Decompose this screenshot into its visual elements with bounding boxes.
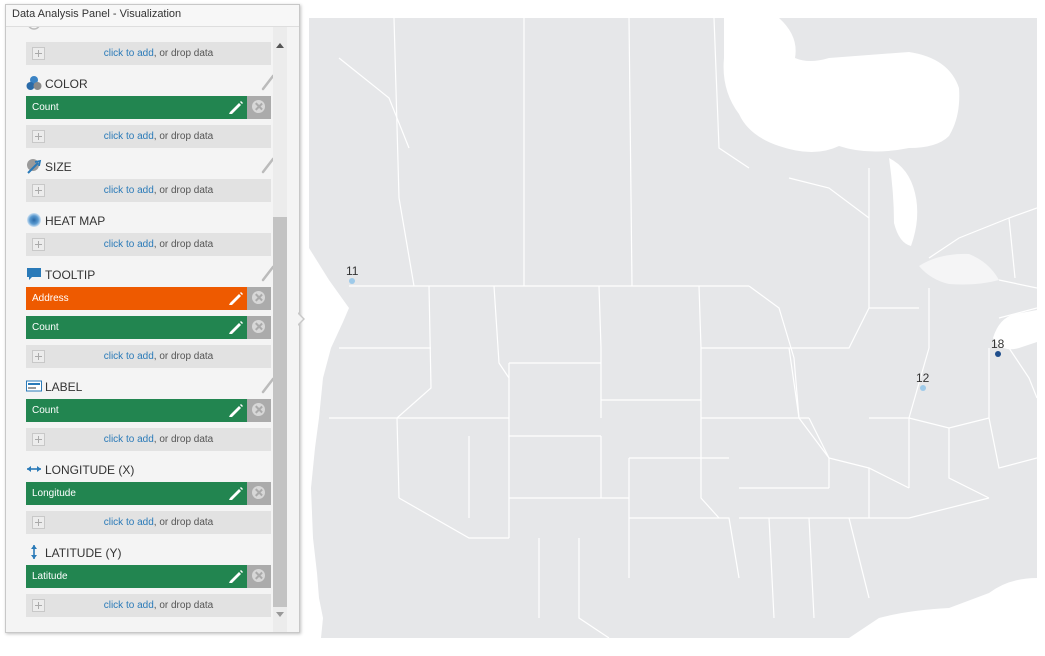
click-to-add-link[interactable]: click to add <box>104 48 154 59</box>
field-pill-latitude[interactable]: Latitude <box>26 565 247 588</box>
drop-zone-latitude[interactable]: click to add, or drop data <box>26 594 271 617</box>
pencil-icon[interactable] <box>227 99 243 115</box>
section-latitude-label: LATITUDE (Y) <box>45 546 122 560</box>
scrollbar-thumb[interactable] <box>273 217 287 607</box>
section-label: LABEL <box>26 376 276 396</box>
data-analysis-panel: Data Analysis Panel - Visualization clic… <box>5 4 300 633</box>
click-to-add-link[interactable]: click to add <box>104 131 154 142</box>
pencil-icon[interactable] <box>227 402 243 418</box>
tooltip-icon <box>27 268 41 280</box>
click-to-add-link[interactable]: click to add <box>104 517 154 528</box>
heatmap-icon <box>27 213 41 227</box>
drop-data-text: , or drop data <box>153 185 214 196</box>
scroll-down-arrow-icon[interactable] <box>276 612 284 617</box>
drop-zone-longitude[interactable]: click to add, or drop data <box>26 511 271 534</box>
section-heatmap-label: HEAT MAP <box>45 214 106 228</box>
click-to-add-link[interactable]: click to add <box>104 434 154 445</box>
map-point-18[interactable] <box>995 351 1001 357</box>
map-point-label-11: 11 <box>346 264 359 278</box>
drop-data-text: , or drop data <box>153 600 214 611</box>
field-pill-label: Count <box>32 102 59 113</box>
label-icon <box>26 380 42 392</box>
map-point-11[interactable] <box>349 278 355 284</box>
section-longitude-label: LONGITUDE (X) <box>45 463 135 477</box>
section-tooltip: TOOLTIP <box>26 264 276 284</box>
vertical-arrows-icon <box>31 545 37 559</box>
field-pill-label: Count <box>32 405 59 416</box>
field-pill-label: Longitude <box>32 488 76 499</box>
close-icon <box>252 569 265 582</box>
drop-data-text: , or drop data <box>153 48 214 59</box>
field-pill-label-count[interactable]: Count <box>26 399 247 422</box>
size-icon <box>27 159 42 174</box>
drop-zone-top[interactable]: click to add, or drop data <box>26 42 271 65</box>
section-tooltip-label: TOOLTIP <box>45 268 96 282</box>
pencil-icon[interactable] <box>227 319 243 335</box>
section-label-label: LABEL <box>45 380 83 394</box>
close-icon <box>252 100 265 113</box>
click-to-add-link[interactable]: click to add <box>104 185 154 196</box>
drop-zone-tooltip[interactable]: click to add, or drop data <box>26 345 271 368</box>
close-icon <box>252 486 265 499</box>
drop-zone-size[interactable]: click to add, or drop data <box>26 179 271 202</box>
pencil-icon[interactable] <box>227 568 243 584</box>
drop-data-text: , or drop data <box>153 131 214 142</box>
close-icon <box>252 403 265 416</box>
panel-scrollbar[interactable] <box>273 27 287 632</box>
field-pill-label: Address <box>32 293 69 304</box>
drop-zone-label[interactable]: click to add, or drop data <box>26 428 271 451</box>
remove-field-button[interactable] <box>247 482 271 505</box>
scroll-up-arrow-icon[interactable] <box>276 43 284 48</box>
remove-field-button[interactable] <box>247 316 271 339</box>
click-to-add-link[interactable]: click to add <box>104 239 154 250</box>
field-pill-label: Latitude <box>32 571 68 582</box>
pencil-icon[interactable] <box>227 290 243 306</box>
section-color-label: COLOR <box>45 77 88 91</box>
map-point-label-18: 18 <box>991 337 1005 351</box>
field-pill-longitude[interactable]: Longitude <box>26 482 247 505</box>
remove-field-button[interactable] <box>247 565 271 588</box>
field-pill-tooltip-count[interactable]: Count <box>26 316 247 339</box>
section-size: SIZE <box>26 156 276 176</box>
section-heatmap: HEAT MAP <box>26 210 276 230</box>
pencil-icon[interactable] <box>227 485 243 501</box>
horizontal-arrows-icon <box>27 466 41 472</box>
section-latitude: LATITUDE (Y) <box>26 542 276 562</box>
drop-data-text: , or drop data <box>153 517 214 528</box>
map-canvas[interactable]: 11 12 18 <box>309 18 1037 638</box>
size-icon-partial <box>28 27 40 30</box>
close-icon <box>252 320 265 333</box>
color-icon <box>26 76 42 90</box>
section-longitude: LONGITUDE (X) <box>26 459 276 479</box>
drop-data-text: , or drop data <box>153 434 214 445</box>
remove-field-button[interactable] <box>247 287 271 310</box>
field-pill-label: Count <box>32 322 59 333</box>
drop-data-text: , or drop data <box>153 239 214 250</box>
drop-data-text: , or drop data <box>153 351 214 362</box>
section-size-label: SIZE <box>45 160 72 174</box>
remove-field-button[interactable] <box>247 399 271 422</box>
panel-pointer-arrow <box>297 312 305 326</box>
map-point-label-12: 12 <box>916 371 930 385</box>
map-view[interactable]: 11 12 18 <box>309 18 1037 638</box>
panel-scroll-area[interactable]: click to add, or drop data COLOR Count c… <box>6 27 299 632</box>
remove-field-button[interactable] <box>247 96 271 119</box>
field-pill-tooltip-address[interactable]: Address <box>26 287 247 310</box>
click-to-add-link[interactable]: click to add <box>104 600 154 611</box>
click-to-add-link[interactable]: click to add <box>104 351 154 362</box>
section-color: COLOR <box>26 73 276 93</box>
drop-zone-color[interactable]: click to add, or drop data <box>26 125 271 148</box>
close-icon <box>252 291 265 304</box>
panel-title: Data Analysis Panel - Visualization <box>6 5 299 27</box>
drop-zone-heatmap[interactable]: click to add, or drop data <box>26 233 271 256</box>
field-pill-color-count[interactable]: Count <box>26 96 247 119</box>
map-point-12[interactable] <box>920 385 926 391</box>
